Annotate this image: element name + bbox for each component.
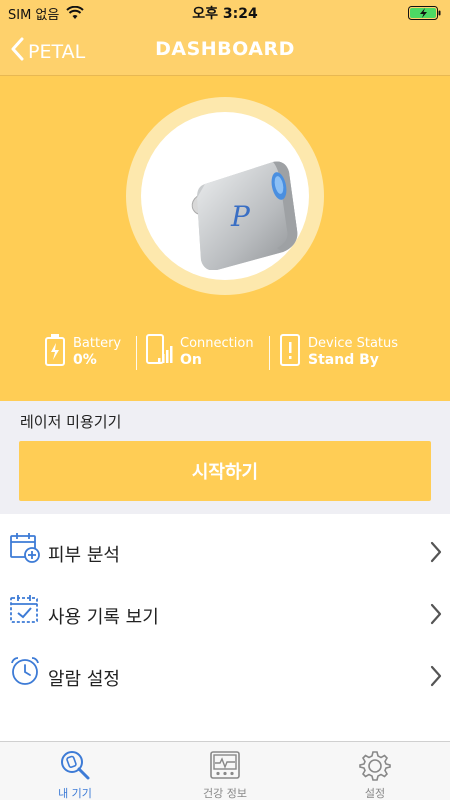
tab-label: 건강 정보	[203, 787, 247, 800]
calendar-check-icon	[9, 593, 41, 629]
battery-stat: Battery 0%	[44, 332, 121, 372]
connection-stat: Connection On	[145, 332, 254, 372]
search-device-icon	[59, 749, 91, 785]
menu-item-skin-analysis[interactable]: 피부 분석	[0, 514, 450, 576]
page-title: DASHBOARD	[155, 38, 295, 60]
battery-icon	[408, 5, 442, 24]
device-hero: P Battery 0% Connection On Device Status…	[0, 76, 450, 401]
tab-my-device[interactable]: 내 기기	[0, 742, 150, 800]
connection-value: On	[180, 352, 202, 368]
device-stats: Battery 0% Connection On Device Status S…	[0, 332, 450, 372]
alarm-clock-icon	[9, 655, 41, 691]
gear-icon	[359, 749, 391, 785]
device-section-label: 레이저 미용기기	[20, 413, 122, 431]
battery-charging-icon	[44, 333, 66, 371]
menu-list: 피부 분석 사용 기록 보기 알람 설정	[0, 514, 450, 700]
tab-label: 설정	[364, 787, 386, 800]
divider	[269, 336, 270, 370]
status-time: 오후 3:24	[192, 6, 258, 22]
svg-text:P: P	[230, 200, 251, 233]
chevron-right-icon	[430, 665, 442, 691]
menu-item-label: 알람 설정	[48, 669, 120, 690]
menu-item-alarm-settings[interactable]: 알람 설정	[0, 638, 450, 700]
device-status-label: Device Status	[308, 336, 399, 351]
battery-label: Battery	[73, 336, 122, 351]
phone-signal-icon	[145, 333, 173, 371]
alert-icon	[279, 333, 301, 371]
menu-item-label: 사용 기록 보기	[48, 607, 159, 628]
laser-device-image: P	[191, 161, 298, 270]
device-image-frame: P	[126, 97, 324, 295]
calendar-add-icon	[9, 531, 41, 567]
menu-item-usage-history[interactable]: 사용 기록 보기	[0, 576, 450, 638]
chevron-right-icon	[430, 603, 442, 629]
navigation-bar: PETAL DASHBOARD	[0, 24, 450, 76]
battery-value: 0%	[73, 352, 97, 368]
connection-label: Connection	[180, 336, 254, 351]
device-status-value: Stand By	[308, 352, 379, 368]
status-bar: SIM 없음 오후 3:24	[0, 0, 450, 24]
tab-bar: 내 기기 건강 정보 설정	[0, 741, 450, 800]
chevron-right-icon	[430, 541, 442, 567]
tab-settings[interactable]: 설정	[300, 742, 450, 800]
device-status-stat: Device Status Stand By	[279, 332, 398, 372]
divider	[136, 336, 137, 370]
tab-health-info[interactable]: 건강 정보	[150, 742, 300, 800]
health-monitor-icon	[209, 749, 241, 785]
menu-item-label: 피부 분석	[48, 545, 120, 566]
tab-label: 내 기기	[58, 787, 92, 800]
start-button[interactable]: 시작하기	[19, 441, 431, 501]
